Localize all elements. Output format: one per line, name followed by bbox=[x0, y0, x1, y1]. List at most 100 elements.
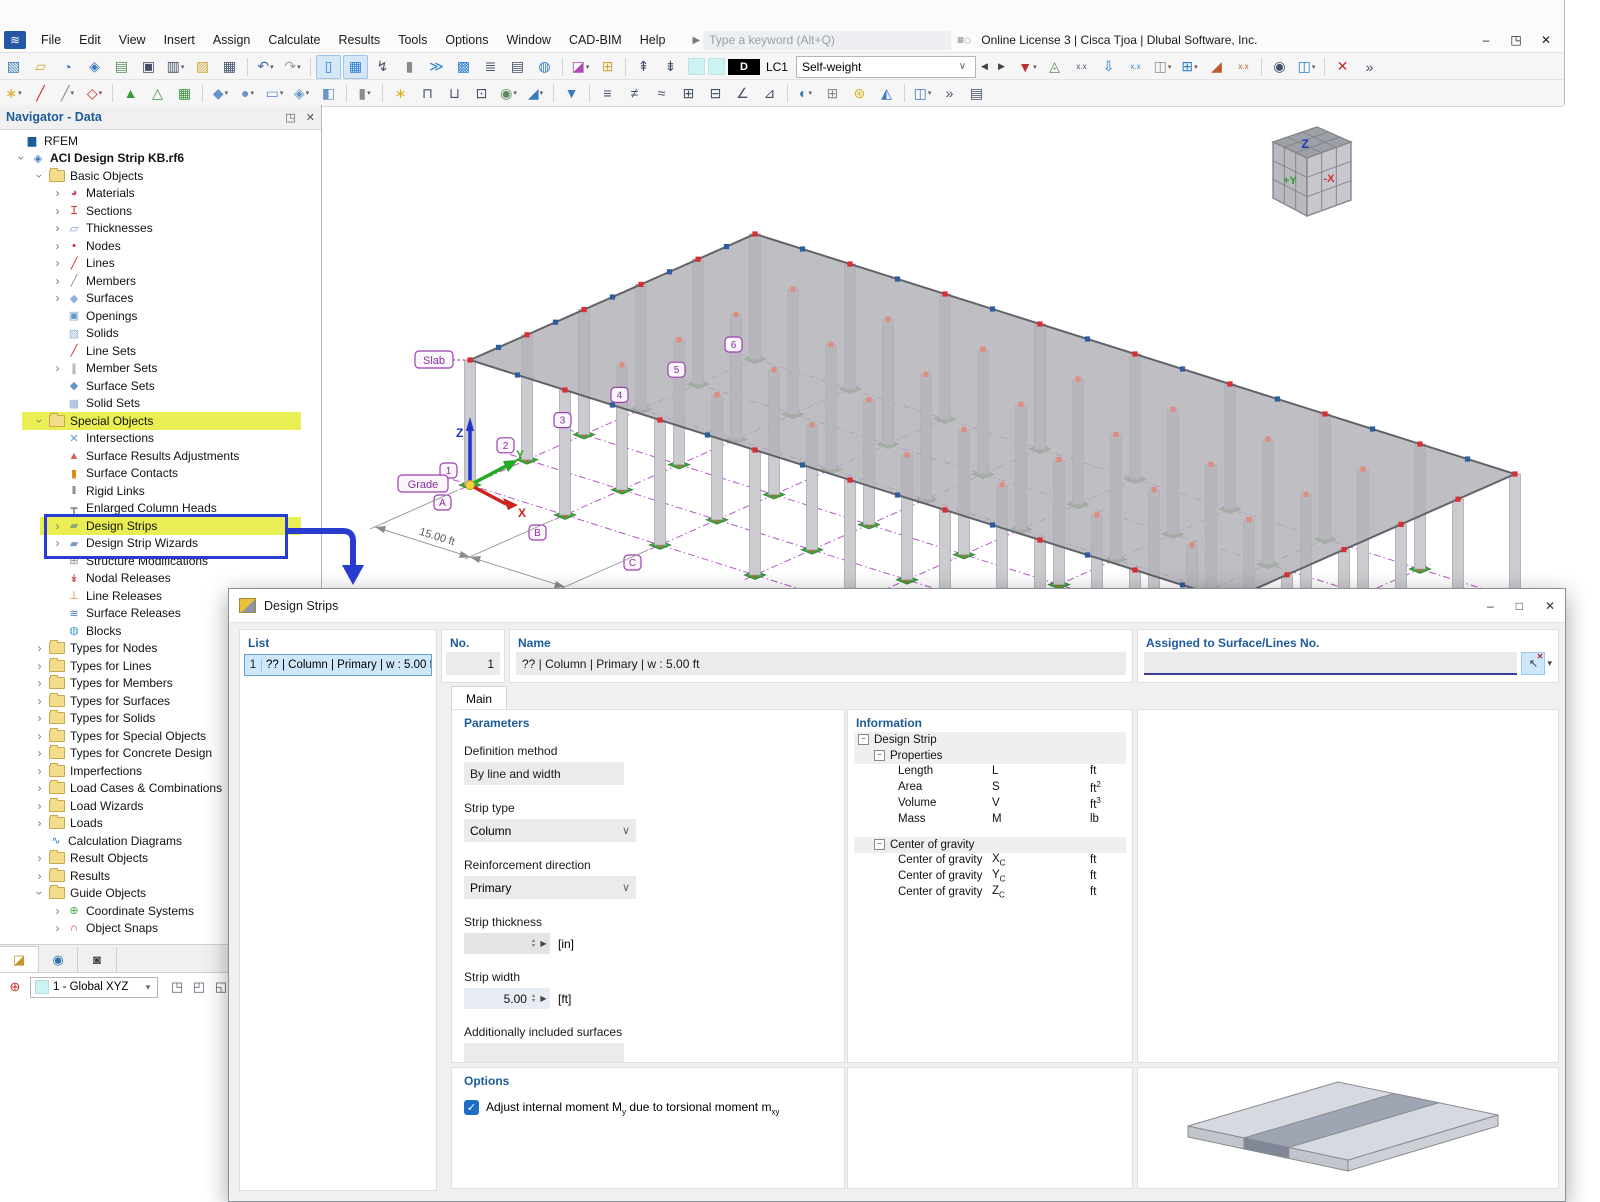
dialog-maximize-button[interactable]: □ bbox=[1516, 599, 1523, 613]
console-button[interactable]: ≫ bbox=[424, 55, 449, 79]
menu-insert[interactable]: Insert bbox=[155, 30, 204, 50]
tree-expander-icon[interactable]: › bbox=[50, 221, 65, 235]
extrude-button[interactable]: ⊞ bbox=[676, 81, 701, 105]
filter-button[interactable]: ▼ bbox=[559, 81, 584, 105]
new-nurbs-button[interactable]: ●▾ bbox=[235, 81, 260, 105]
tree-item-basic-objects[interactable]: ›Basic Objects bbox=[0, 167, 321, 185]
strip-type-select[interactable]: Column∨ bbox=[464, 819, 636, 842]
ramp-button[interactable]: ◢ bbox=[1204, 55, 1229, 79]
tree-item-design-strips[interactable]: ›▰Design Strips bbox=[0, 517, 321, 535]
tree-item-design-strip-wizards[interactable]: ›▰Design Strip Wizards bbox=[0, 535, 321, 553]
tree-item-line-sets[interactable]: ╱Line Sets bbox=[0, 342, 321, 360]
tree-expander-icon[interactable]: › bbox=[50, 274, 65, 288]
view-cube[interactable]: Z+Y-X bbox=[1245, 118, 1360, 230]
tab-main[interactable]: Main bbox=[451, 686, 507, 710]
tree-expander-icon[interactable]: › bbox=[32, 676, 47, 690]
tree-item-rfem[interactable]: ▆RFEM bbox=[0, 132, 321, 150]
menu-window[interactable]: Window bbox=[497, 30, 559, 50]
stretch-button[interactable]: ≈ bbox=[649, 81, 674, 105]
menu-cad-bim[interactable]: CAD-BIM bbox=[560, 30, 631, 50]
new-truss-button[interactable]: △ bbox=[145, 81, 170, 105]
tree-expander-icon[interactable]: › bbox=[50, 519, 65, 533]
network-button[interactable]: ◈ bbox=[82, 55, 107, 79]
menu-options[interactable]: Options bbox=[436, 30, 497, 50]
tree-expander-icon[interactable]: › bbox=[32, 729, 47, 743]
tree-expander-icon[interactable]: › bbox=[50, 536, 65, 550]
tab-data[interactable]: ◪ bbox=[0, 946, 39, 972]
tree-expander-icon[interactable]: › bbox=[50, 239, 65, 253]
coordinate-system-select[interactable]: 1 - Global XYZ ▾ bbox=[30, 977, 158, 998]
show-load-values-button[interactable]: x.x bbox=[1069, 55, 1094, 79]
new-node-button[interactable]: ∗▾ bbox=[1, 81, 26, 105]
tree-expander-icon[interactable]: › bbox=[50, 256, 65, 270]
tree-expander-icon[interactable]: › bbox=[32, 711, 47, 725]
tree-item-solid-sets[interactable]: ▩Solid Sets bbox=[0, 395, 321, 413]
tree-item-surface-contacts[interactable]: ▮Surface Contacts bbox=[0, 465, 321, 483]
menu-results[interactable]: Results bbox=[330, 30, 390, 50]
imperfection-button[interactable]: ◢▾ bbox=[523, 81, 548, 105]
no-field[interactable]: 1 bbox=[446, 652, 500, 675]
print-button[interactable]: ▥▾ bbox=[163, 55, 188, 79]
report-button[interactable]: ▦ bbox=[217, 55, 242, 79]
new-support-button[interactable]: ▲ bbox=[118, 81, 143, 105]
render-solid-button[interactable]: ◫▾ bbox=[1150, 55, 1175, 79]
work-plane-button[interactable]: ◭ bbox=[874, 81, 899, 105]
rotate-button[interactable]: ∠ bbox=[730, 81, 755, 105]
new-line-button[interactable]: ╱ bbox=[28, 81, 53, 105]
section-plane-button[interactable]: ◪▾ bbox=[568, 55, 593, 79]
tree-item-members[interactable]: ›╱Members bbox=[0, 272, 321, 290]
diagram-button[interactable]: ↯ bbox=[370, 55, 395, 79]
grid-values-button[interactable]: ⊞▾ bbox=[1177, 55, 1202, 79]
additional-surfaces-field[interactable] bbox=[464, 1043, 624, 1062]
tree-expander-icon[interactable]: › bbox=[33, 168, 47, 183]
tree-expander-icon[interactable]: › bbox=[50, 186, 65, 200]
load-case-select[interactable]: Self-weight∨ bbox=[796, 56, 976, 78]
add-note-button[interactable]: ⊞ bbox=[595, 55, 620, 79]
navigator-close-icon[interactable]: ✕ bbox=[306, 111, 315, 124]
tree-item-surfaces[interactable]: ›◆Surfaces bbox=[0, 290, 321, 308]
new-polyline-button[interactable]: ◇▾ bbox=[82, 81, 107, 105]
tree-expander-icon[interactable]: › bbox=[32, 764, 47, 778]
generate-button[interactable]: ▨ bbox=[190, 55, 215, 79]
tree-expander-icon[interactable]: › bbox=[32, 781, 47, 795]
navigator-float-icon[interactable]: ◳ bbox=[285, 111, 295, 124]
search-input[interactable]: Type a keyword (Alt+Q) bbox=[703, 31, 951, 50]
layers-button[interactable]: ≣ bbox=[478, 55, 503, 79]
menu-file[interactable]: File bbox=[32, 30, 70, 50]
surface-release-button[interactable]: ⊡ bbox=[469, 81, 494, 105]
tree-expander-icon[interactable]: › bbox=[32, 851, 47, 865]
overflow-button[interactable]: » bbox=[1357, 55, 1382, 79]
tree-item-nodal-releases[interactable]: ↡Nodal Releases bbox=[0, 570, 321, 588]
filter-loads-button[interactable]: ▼▾ bbox=[1015, 55, 1040, 79]
ramp-values-button[interactable]: x.x bbox=[1231, 55, 1256, 79]
menu-view[interactable]: View bbox=[110, 30, 155, 50]
clear-zoom-button[interactable]: ✕ bbox=[1330, 55, 1355, 79]
model-properties-button[interactable]: ▤ bbox=[109, 55, 134, 79]
tree-item-enlarged-column-heads[interactable]: ┳Enlarged Column Heads bbox=[0, 500, 321, 518]
import-load-state-button[interactable]: ⇞ bbox=[631, 55, 656, 79]
dialog-title-bar[interactable]: Design Strips – □ ✕ bbox=[229, 589, 1565, 623]
tree-expander-icon[interactable]: › bbox=[32, 816, 47, 830]
tree-item-member-sets[interactable]: ›∥Member Sets bbox=[0, 360, 321, 378]
redo-button[interactable]: ↷▾ bbox=[280, 55, 305, 79]
menu-calculate[interactable]: Calculate bbox=[259, 30, 329, 50]
menu-edit[interactable]: Edit bbox=[70, 30, 110, 50]
tree-item-aci-design-strip-kb-rf6[interactable]: ›◈ACI Design Strip KB.rf6 bbox=[0, 150, 321, 168]
tree-expander-icon[interactable]: › bbox=[32, 869, 47, 883]
show-value-arrows-button[interactable]: x.x bbox=[1123, 55, 1148, 79]
shrink-button[interactable]: ⊟ bbox=[703, 81, 728, 105]
tree-item-special-objects[interactable]: ›Special Objects bbox=[0, 412, 321, 430]
backup-button[interactable]: ◔ bbox=[55, 55, 80, 79]
tree-expander-icon[interactable]: › bbox=[50, 204, 65, 218]
new-rectangle-button[interactable]: ▭▾ bbox=[262, 81, 287, 105]
snap-button[interactable]: ⊛ bbox=[847, 81, 872, 105]
pick-in-graphic-button[interactable]: ↖✕ bbox=[1521, 652, 1545, 675]
new-grid-button[interactable]: ▦ bbox=[172, 81, 197, 105]
search-collapse-icon[interactable]: ▶ bbox=[692, 35, 700, 46]
tree-item-thicknesses[interactable]: ›▱Thicknesses bbox=[0, 220, 321, 238]
new-model-button[interactable]: ▧ bbox=[1, 55, 26, 79]
reinforcement-direction-select[interactable]: Primary∨ bbox=[464, 876, 636, 899]
tree-expander-icon[interactable]: › bbox=[50, 921, 65, 935]
tree-expander-icon[interactable]: › bbox=[33, 886, 47, 901]
tree-item-structure-modifications[interactable]: ⊞Structure Modifications bbox=[0, 552, 321, 570]
